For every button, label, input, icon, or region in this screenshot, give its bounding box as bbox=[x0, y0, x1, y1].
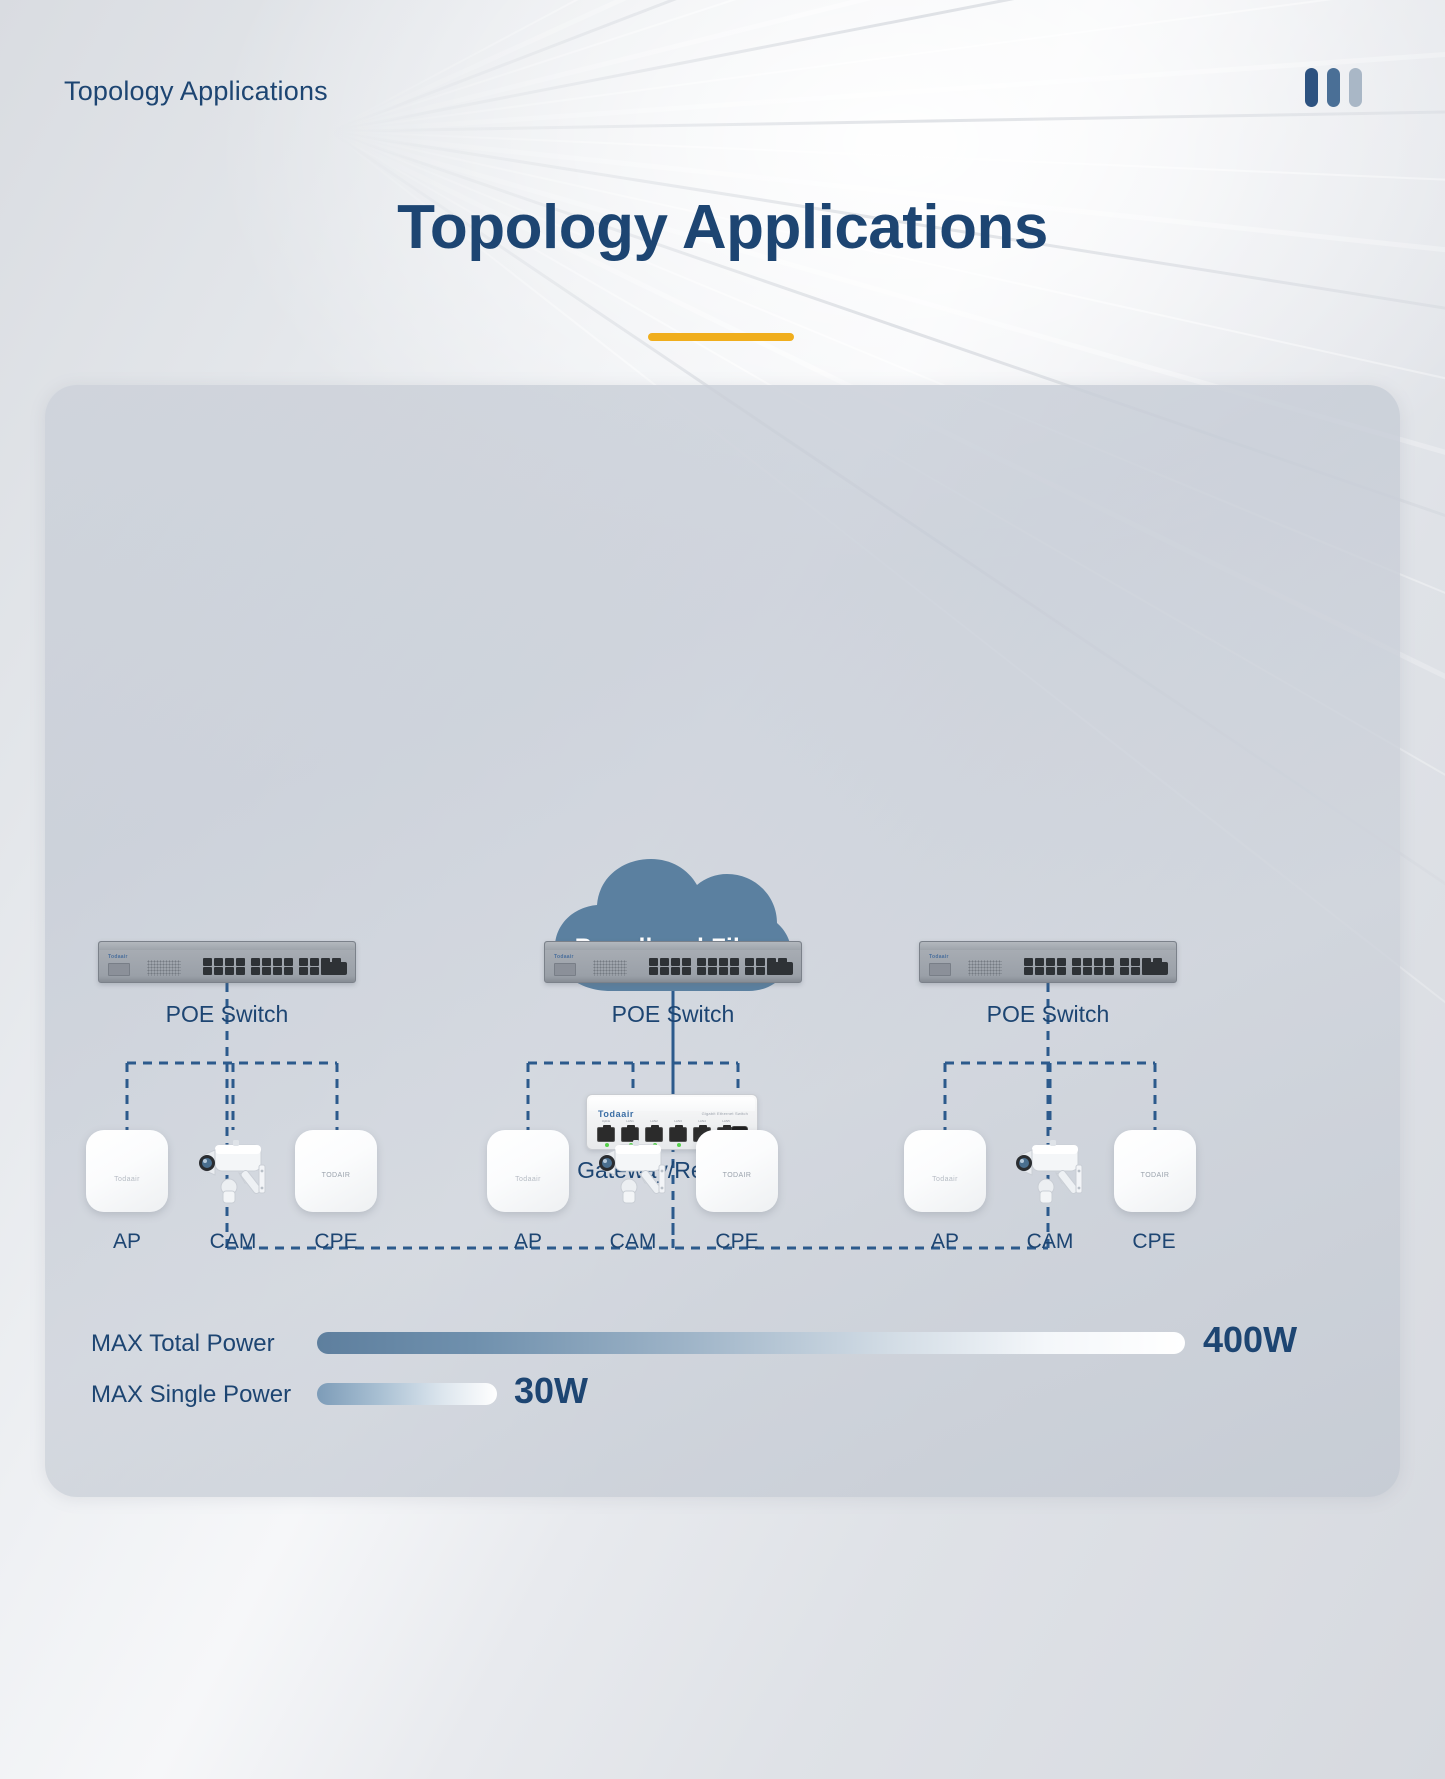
gateway-model-text: Gigabit Ethernet Switch bbox=[701, 1111, 748, 1116]
cpe-label-1: CPE bbox=[314, 1230, 358, 1253]
ap-brand-label: Todaair bbox=[932, 1176, 958, 1183]
cam-label-3: CAM bbox=[1026, 1230, 1074, 1253]
poe-switch-display bbox=[554, 963, 576, 976]
poe-switch-display bbox=[929, 963, 951, 976]
cam-device-1[interactable] bbox=[185, 1133, 281, 1211]
poe-switch-vent bbox=[968, 960, 1002, 976]
poe-switch-body: Todaair bbox=[919, 941, 1177, 983]
max-single-power-label: MAX Single Power bbox=[91, 1381, 292, 1408]
poe-sfp-port[interactable] bbox=[767, 962, 793, 975]
gateway-port-label: LAN3 bbox=[674, 1119, 682, 1123]
gateway-port-label: LAN4 bbox=[698, 1119, 706, 1123]
poe-switch-vent bbox=[147, 960, 181, 976]
max-total-power-label: MAX Total Power bbox=[91, 1330, 275, 1357]
cpe-brand-label: TODAIR bbox=[722, 1172, 752, 1179]
poe-switch-1[interactable]: Todaair bbox=[98, 941, 356, 983]
gateway-port-label: Uplink bbox=[601, 1119, 611, 1123]
cpe-brand-label: TODAIR bbox=[321, 1172, 351, 1179]
poe-switch-2[interactable]: Todaair bbox=[544, 941, 802, 983]
poe-switch-top-face bbox=[920, 942, 1176, 950]
top-bar: Topology Applications bbox=[0, 0, 1445, 165]
ap-label-1: AP bbox=[112, 1230, 141, 1253]
logo-bar-3 bbox=[1349, 68, 1362, 107]
ap-device-2[interactable]: Todaair bbox=[487, 1130, 569, 1212]
ap-device-3[interactable]: Todaair bbox=[904, 1130, 986, 1212]
breadcrumb: Topology Applications bbox=[64, 76, 328, 106]
page-root: Topology Applications Topology Applicati… bbox=[0, 0, 1445, 1779]
cpe-label-3: CPE bbox=[1132, 1230, 1176, 1253]
ap-device-1[interactable]: Todaair bbox=[86, 1130, 168, 1212]
poe-sfp-port[interactable] bbox=[321, 962, 347, 975]
cpe-device-2[interactable]: TODAIR bbox=[696, 1130, 778, 1212]
cam-device-2[interactable] bbox=[585, 1133, 681, 1211]
max-single-power-bar bbox=[317, 1383, 497, 1405]
poe-switch-vent bbox=[593, 960, 627, 976]
cpe-brand-label: TODAIR bbox=[1140, 1172, 1170, 1179]
ap-label-2: AP bbox=[513, 1230, 542, 1253]
poe-sfp-port[interactable] bbox=[1142, 962, 1168, 975]
topology-diagram-card: Broadband Fiber Todaair Gigabit Ethernet… bbox=[45, 385, 1400, 1497]
poe-switch-body: Todaair bbox=[544, 941, 802, 983]
max-single-power-value: 30W bbox=[514, 1370, 589, 1411]
logo-bar-1 bbox=[1305, 68, 1318, 107]
logo-bar-2 bbox=[1327, 68, 1340, 107]
poe-switch-1-label: POE Switch bbox=[165, 1001, 289, 1027]
cpe-label-2: CPE bbox=[715, 1230, 759, 1253]
poe-switch-3[interactable]: Todaair bbox=[919, 941, 1177, 983]
page-title: Topology Applications bbox=[397, 193, 1048, 262]
poe-switch-brand: Todaair bbox=[929, 954, 949, 960]
poe-switch-brand: Todaair bbox=[554, 954, 574, 960]
poe-switch-brand: Todaair bbox=[108, 954, 128, 960]
gateway-brand: Todaair bbox=[598, 1109, 635, 1119]
logo-mark bbox=[1305, 68, 1362, 107]
cam-device-3[interactable] bbox=[1002, 1133, 1098, 1211]
poe-switch-3-label: POE Switch bbox=[986, 1001, 1110, 1027]
gateway-port-label: LAN2 bbox=[650, 1119, 658, 1123]
ap-brand-label: Todaair bbox=[515, 1176, 541, 1183]
gateway-port-label: LAN5 bbox=[722, 1119, 730, 1123]
cpe-device-1[interactable]: TODAIR bbox=[295, 1130, 377, 1212]
cam-label-1: CAM bbox=[209, 1230, 257, 1253]
poe-switch-body: Todaair bbox=[98, 941, 356, 983]
max-total-power-bar bbox=[317, 1332, 1185, 1354]
ap-label-3: AP bbox=[930, 1230, 959, 1253]
poe-switch-top-face bbox=[99, 942, 355, 950]
poe-switch-top-face bbox=[545, 942, 801, 950]
ap-brand-label: Todaair bbox=[114, 1176, 140, 1183]
cam-label-2: CAM bbox=[609, 1230, 657, 1253]
poe-switch-display bbox=[108, 963, 130, 976]
poe-switch-2-label: POE Switch bbox=[611, 1001, 735, 1027]
title-underline bbox=[648, 333, 794, 341]
gateway-port-label: LAN1 bbox=[626, 1119, 634, 1123]
max-total-power-value: 400W bbox=[1203, 1319, 1298, 1360]
cpe-device-3[interactable]: TODAIR bbox=[1114, 1130, 1196, 1212]
